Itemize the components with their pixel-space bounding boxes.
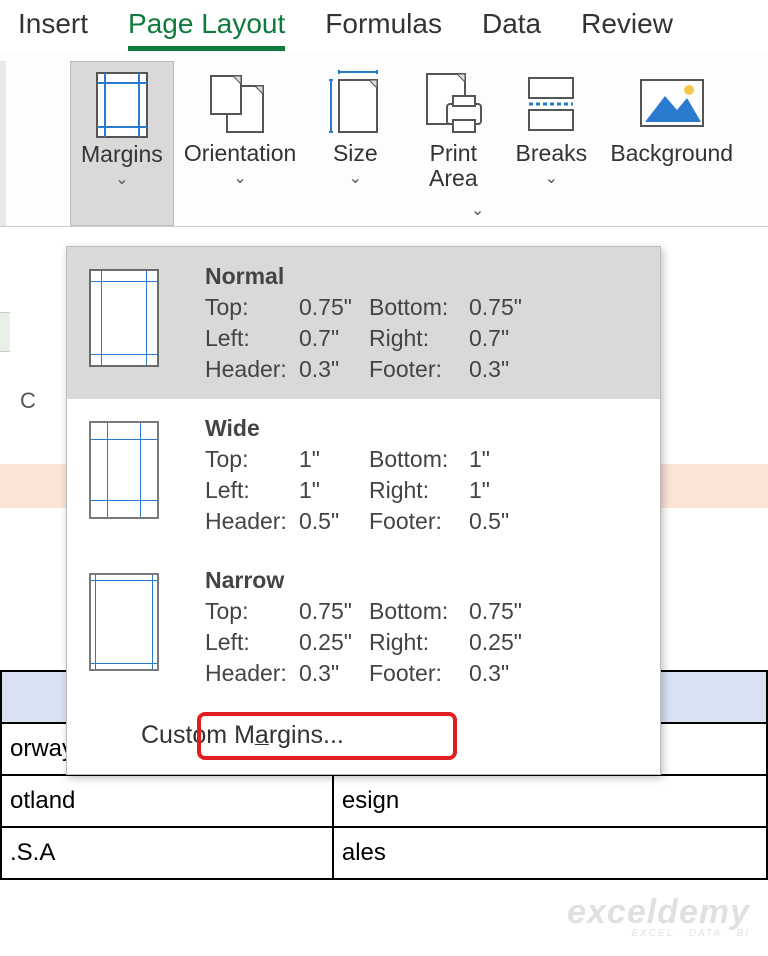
wide-margin-thumb-icon bbox=[89, 421, 159, 519]
ribbon: Margins ⌄ Orientation ⌄ Size ⌄ PrintArea… bbox=[0, 51, 768, 227]
orientation-button[interactable]: Orientation ⌄ bbox=[174, 61, 307, 226]
watermark: exceldemy EXCEL · DATA · BI bbox=[567, 895, 750, 939]
background-label: Background bbox=[610, 141, 733, 166]
ribbon-tabs: Insert Page Layout Formulas Data Review bbox=[0, 0, 768, 51]
margin-preset-narrow[interactable]: Narrow Top:0.75"Bottom:0.75" Left:0.25"R… bbox=[67, 551, 660, 703]
breaks-icon bbox=[521, 67, 581, 141]
orientation-label: Orientation bbox=[184, 141, 297, 166]
table-cell[interactable]: otland bbox=[1, 775, 333, 827]
normal-margin-thumb-icon bbox=[89, 269, 159, 367]
print-area-icon bbox=[421, 67, 485, 141]
margins-icon bbox=[91, 68, 153, 142]
table-cell[interactable]: .S.A bbox=[1, 827, 333, 879]
tab-formulas[interactable]: Formulas bbox=[325, 8, 442, 51]
preset-values: Top:1"Bottom:1" Left:1"Right:1" Header:0… bbox=[205, 444, 650, 537]
narrow-margin-thumb-icon bbox=[89, 573, 159, 671]
orientation-icon bbox=[205, 67, 275, 141]
ribbon-edge bbox=[0, 61, 6, 226]
preset-values: Top:0.75"Bottom:0.75" Left:0.25"Right:0.… bbox=[205, 596, 650, 689]
size-icon bbox=[325, 67, 385, 141]
tab-insert[interactable]: Insert bbox=[18, 8, 88, 51]
table-cell[interactable]: ales bbox=[333, 827, 767, 879]
print-area-button[interactable]: PrintArea ⌄ bbox=[404, 61, 502, 226]
preset-title: Normal bbox=[205, 263, 650, 290]
margins-label: Margins bbox=[81, 142, 163, 167]
chevron-down-icon: ⌄ bbox=[545, 168, 558, 188]
tab-data[interactable]: Data bbox=[482, 8, 541, 51]
custom-margins-item[interactable]: Custom Margins... bbox=[67, 703, 660, 774]
margins-dropdown: Normal Top:0.75"Bottom:0.75" Left:0.7"Ri… bbox=[66, 246, 661, 775]
table-cell[interactable]: esign bbox=[333, 775, 767, 827]
preset-title: Wide bbox=[205, 415, 650, 442]
size-label: Size bbox=[333, 141, 378, 166]
chevron-down-icon: ⌄ bbox=[233, 168, 246, 188]
breaks-button[interactable]: Breaks ⌄ bbox=[502, 61, 600, 226]
size-button[interactable]: Size ⌄ bbox=[306, 61, 404, 226]
column-header-c[interactable]: C bbox=[20, 388, 36, 414]
background-button[interactable]: Background bbox=[600, 61, 743, 226]
print-area-label: PrintArea bbox=[429, 141, 478, 192]
tab-page-layout[interactable]: Page Layout bbox=[128, 8, 285, 51]
chevron-down-icon: ⌄ bbox=[349, 168, 362, 188]
chevron-down-icon: ⌄ bbox=[115, 169, 128, 189]
row-header-fragment bbox=[0, 312, 10, 352]
preset-values: Top:0.75"Bottom:0.75" Left:0.7"Right:0.7… bbox=[205, 292, 650, 385]
tab-review[interactable]: Review bbox=[581, 8, 673, 51]
background-icon bbox=[637, 67, 707, 141]
breaks-label: Breaks bbox=[516, 141, 588, 166]
margin-preset-wide[interactable]: Wide Top:1"Bottom:1" Left:1"Right:1" Hea… bbox=[67, 399, 660, 551]
margins-button[interactable]: Margins ⌄ bbox=[70, 61, 174, 226]
margin-preset-normal[interactable]: Normal Top:0.75"Bottom:0.75" Left:0.7"Ri… bbox=[67, 247, 660, 399]
chevron-down-icon: ⌄ bbox=[471, 200, 484, 220]
preset-title: Narrow bbox=[205, 567, 650, 594]
